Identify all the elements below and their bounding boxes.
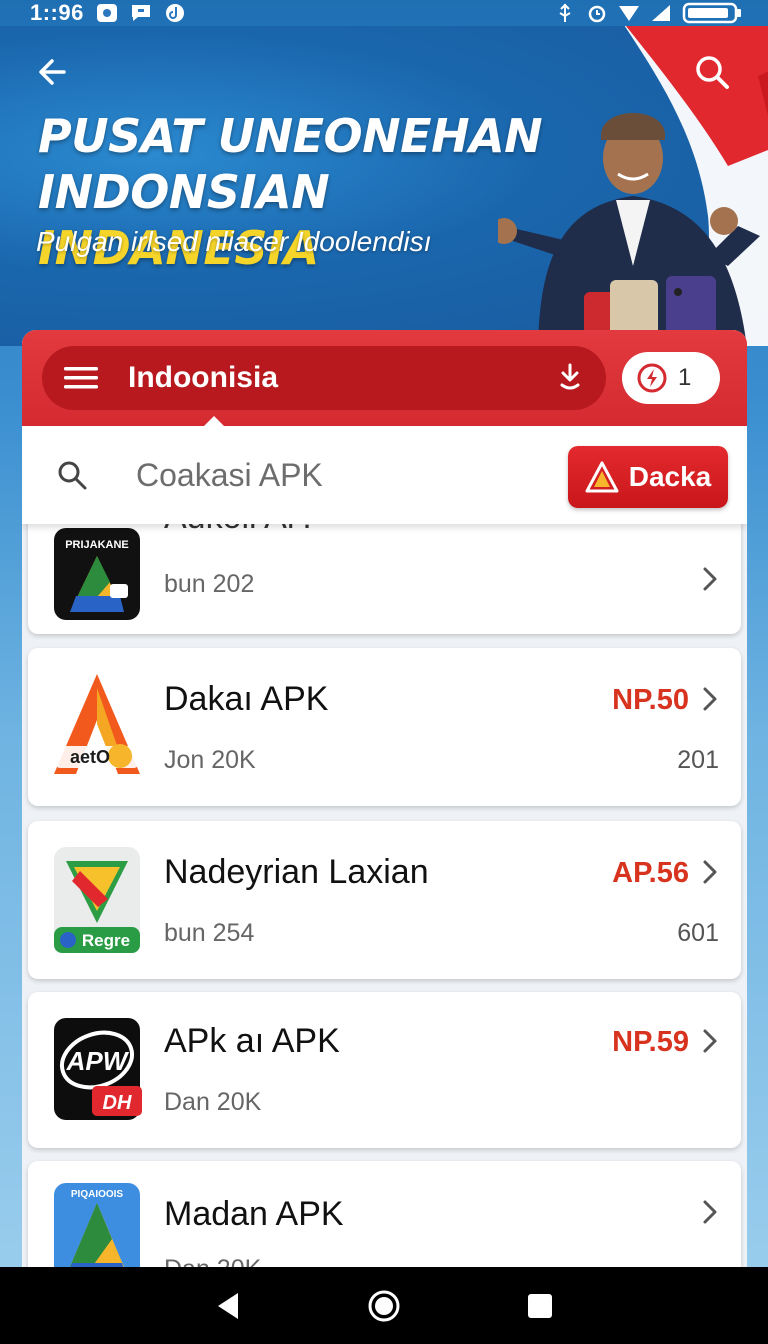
app-icon: aetO xyxy=(54,674,140,774)
notification-square-icon xyxy=(96,4,117,22)
app-price: NP.59 xyxy=(612,1026,689,1058)
app-meta: bun 202 xyxy=(164,570,255,598)
list-item[interactable]: APW DH APk aı APK Dan 20K NP.59 xyxy=(28,992,741,1148)
status-right xyxy=(554,2,742,24)
back-arrow-icon[interactable] xyxy=(34,52,74,92)
notification-button[interactable]: 1 xyxy=(622,352,720,404)
back-triangle-icon xyxy=(218,1292,238,1319)
app-name: APk aı APK xyxy=(164,1022,340,1060)
apk-logo-icon xyxy=(585,461,619,493)
app-name: Madan APK xyxy=(164,1195,344,1233)
battery-icon xyxy=(682,2,741,24)
app-icon-label: aetO xyxy=(70,747,110,767)
list-item[interactable]: Regre Nadeyrian Laxian bun 254 AP.56 601 xyxy=(28,821,741,979)
app-icon-label: Regre xyxy=(82,931,130,950)
app-icon: Regre xyxy=(54,847,140,953)
app-icon-label: PRIJAKANE xyxy=(65,539,129,551)
app-name: Dakaı APK xyxy=(164,680,329,718)
chat-icon xyxy=(131,5,150,21)
chevron-right-icon xyxy=(703,1200,717,1224)
region-selector[interactable]: Indoonisia xyxy=(42,346,606,410)
app-list: PRIJAKANE Aukoll Ar? bun 202 aetO Dakaı … xyxy=(22,524,747,1324)
status-bar: 1::96 xyxy=(0,0,768,26)
status-left: 1::96 xyxy=(30,0,186,26)
header-bar: Indoonisia 1 xyxy=(22,330,747,428)
app-name: Aukoll Ar? xyxy=(164,524,317,537)
chevron-right-icon xyxy=(703,687,717,711)
nav-recents-button[interactable] xyxy=(520,1286,560,1326)
usb-icon xyxy=(559,3,571,22)
signal-icon xyxy=(652,5,670,21)
nav-back-button[interactable] xyxy=(208,1286,248,1326)
status-time: 1::96 xyxy=(30,0,84,25)
home-circle-icon xyxy=(368,1290,400,1321)
search-action-label: Dacka xyxy=(628,461,712,492)
list-item[interactable]: aetO Dakaı APK Jon 20K NP.50 201 xyxy=(28,648,741,806)
region-label: Indoonisia xyxy=(128,361,278,394)
search-action-button[interactable]: Dacka xyxy=(568,446,728,508)
app-icon-label-main: APW xyxy=(66,1046,130,1076)
app-name: Nadeyrian Laxian xyxy=(164,853,429,891)
hero-title-line2-white: INDONSIAN xyxy=(38,165,330,219)
presenter-with-phones-image xyxy=(498,113,760,346)
app-price: NP.50 xyxy=(612,684,689,716)
chevron-right-icon xyxy=(703,1029,717,1053)
recents-square-icon xyxy=(528,1293,552,1318)
wifi-icon xyxy=(619,6,639,21)
bolt-icon xyxy=(637,363,667,393)
hero-banner: PUSAT UNEONEHAN INDONSIAN INDANESIA Pulg… xyxy=(0,26,768,346)
notification-count: 1 xyxy=(678,364,692,391)
system-nav-bar xyxy=(0,1267,768,1344)
chevron-right-icon xyxy=(703,567,717,591)
search-input[interactable] xyxy=(136,456,536,494)
app-count: 201 xyxy=(677,746,719,774)
hamburger-menu-icon[interactable] xyxy=(64,366,98,390)
app-meta: Jon 20K xyxy=(164,746,256,774)
hero-subtitle: Pulgan irlsed nliacer Idoolendisı xyxy=(36,226,432,257)
search-row: Dacka xyxy=(22,426,747,524)
search-field-icon xyxy=(58,461,87,490)
nav-home-button[interactable] xyxy=(364,1286,404,1326)
tiktok-icon xyxy=(165,4,184,22)
app-meta: bun 254 xyxy=(164,919,255,947)
app-icon-label: DH xyxy=(103,1092,132,1114)
microphone-icon[interactable] xyxy=(556,363,584,393)
app-icon: APW DH xyxy=(54,1018,142,1120)
main-panel: Indoonisia 1 Dacka xyxy=(22,330,747,1330)
list-item[interactable]: PRIJAKANE Aukoll Ar? bun 202 xyxy=(28,524,741,634)
app-count: 601 xyxy=(677,919,719,947)
app-price: AP.56 xyxy=(612,857,689,889)
app-icon: PRIJAKANE xyxy=(54,528,140,620)
app-meta: Dan 20K xyxy=(164,1088,262,1116)
chevron-right-icon xyxy=(703,860,717,884)
app-icon-label: PIQAIOOIS xyxy=(71,1189,124,1200)
alarm-icon xyxy=(588,5,606,23)
